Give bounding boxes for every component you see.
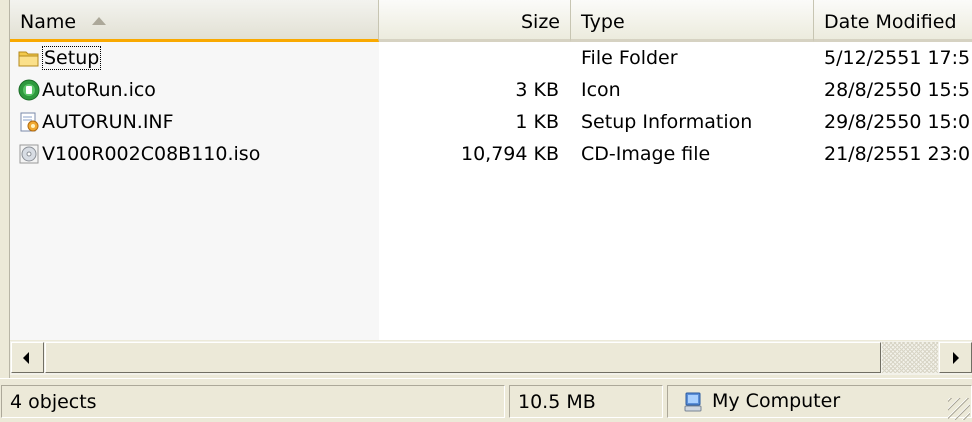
column-name-header[interactable]: Name (10, 0, 379, 42)
file-date: 29/8/2550 15:0 (824, 111, 971, 133)
status-location-label: My Computer (712, 390, 841, 412)
file-rows: Setup File Folder 5/12/2551 17:5 AutoRun… (10, 42, 972, 170)
file-type: Setup Information (581, 111, 753, 133)
status-bar: 4 objects 10.5 MB My Computer (0, 378, 972, 422)
scroll-left-button[interactable] (11, 342, 44, 373)
column-name-label: Name (20, 11, 77, 33)
column-size-header[interactable]: Size (379, 0, 571, 42)
file-name-cell[interactable]: V100R002C08B110.iso (10, 138, 379, 170)
disc-image-icon (18, 143, 40, 165)
arrow-left-icon (23, 352, 29, 364)
file-row[interactable]: Setup File Folder 5/12/2551 17:5 (10, 42, 972, 74)
column-header: Name Size Type Date Modified (10, 0, 972, 42)
status-object-count: 4 objects (1, 385, 505, 418)
file-name: V100R002C08B110.iso (42, 143, 261, 165)
file-type: File Folder (581, 47, 678, 69)
file-type: Icon (581, 79, 621, 101)
file-type: CD-Image file (581, 143, 711, 165)
file-size: 10,794 KB (460, 143, 559, 165)
file-name: Setup (42, 46, 102, 70)
app-icon (18, 79, 40, 101)
file-row[interactable]: V100R002C08B110.iso 10,794 KB CD-Image f… (10, 138, 972, 170)
status-location: My Computer (667, 385, 972, 418)
setup-info-icon (18, 111, 40, 133)
my-computer-icon (682, 391, 704, 413)
status-total-size: 10.5 MB (509, 385, 663, 418)
scroll-thumb[interactable] (45, 342, 881, 373)
file-list[interactable]: Name Size Type Date Modified Setup File … (10, 0, 972, 340)
horizontal-scrollbar[interactable] (10, 341, 972, 375)
file-row[interactable]: AutoRun.ico 3 KB Icon 28/8/2550 15:5 (10, 74, 972, 106)
file-name-cell[interactable]: AUTORUN.INF (10, 106, 379, 138)
sort-ascending-icon (92, 17, 107, 25)
file-row[interactable]: AUTORUN.INF 1 KB Setup Information 29/8/… (10, 106, 972, 138)
file-size: 3 KB (515, 79, 559, 101)
left-frame (0, 0, 10, 378)
file-name: AUTORUN.INF (42, 111, 174, 133)
file-size (379, 42, 571, 74)
scroll-track[interactable] (882, 342, 938, 373)
file-date: 28/8/2550 15:5 (824, 79, 971, 101)
file-size: 1 KB (515, 111, 559, 133)
file-name-cell[interactable]: Setup (10, 42, 379, 74)
folder-icon (18, 47, 40, 69)
file-name: AutoRun.ico (42, 79, 156, 101)
column-date-header[interactable]: Date Modified (814, 0, 972, 42)
resize-grip[interactable] (948, 398, 970, 420)
arrow-right-icon (953, 352, 959, 364)
file-date: 21/8/2551 23:0 (824, 143, 971, 165)
scroll-right-button[interactable] (939, 342, 972, 373)
column-type-header[interactable]: Type (571, 0, 814, 42)
explorer-window: Name Size Type Date Modified Setup File … (0, 0, 972, 422)
file-name-cell[interactable]: AutoRun.ico (10, 74, 379, 106)
file-date: 5/12/2551 17:5 (824, 47, 971, 69)
